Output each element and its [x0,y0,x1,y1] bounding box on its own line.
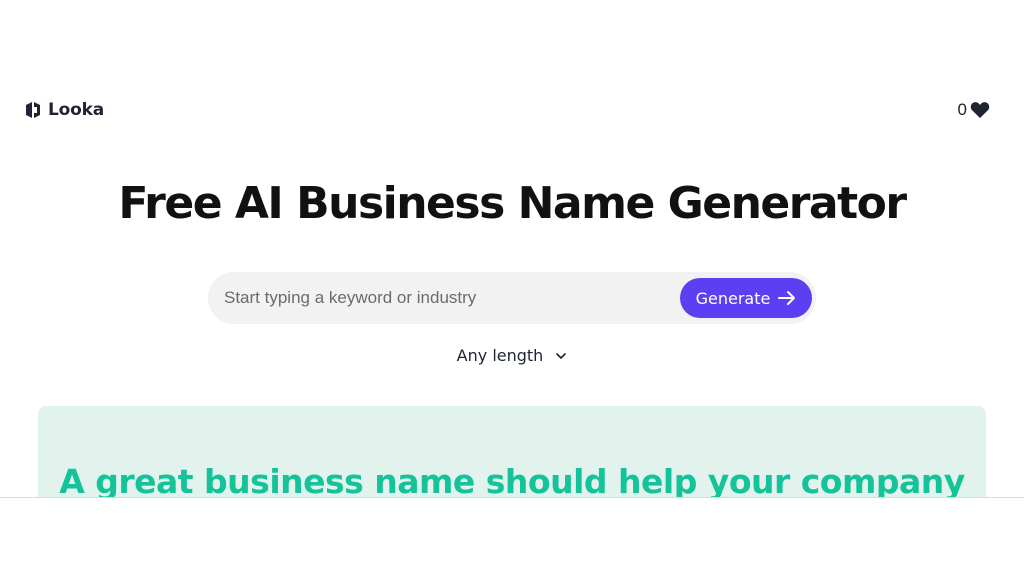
generate-button[interactable]: Generate [680,278,812,318]
heart-icon [970,102,990,118]
page-title: Free AI Business Name Generator [118,178,907,229]
generate-button-label: Generate [695,288,771,308]
info-card: A great business name should help your c… [38,406,986,498]
info-heading: A great business name should help your c… [59,462,965,498]
looka-logo-icon [26,102,40,118]
keyword-search-input[interactable] [224,282,664,314]
page: Looka 0 Free AI Business Name Generator … [0,0,1024,576]
length-dropdown-row: Any length [0,346,1024,365]
favorites-count: 0 [957,100,967,119]
search-bar: Generate [208,272,816,324]
arrow-right-icon [778,291,796,305]
favorites-button[interactable]: 0 [958,100,990,120]
divider [0,497,1024,498]
length-dropdown-value: Any length [456,346,544,365]
length-dropdown[interactable]: Any length [457,346,568,365]
brand-name: Looka [48,100,104,120]
brand-logo[interactable]: Looka [24,100,104,120]
chevron-down-icon [556,352,567,359]
header: Looka 0 [0,96,1024,126]
